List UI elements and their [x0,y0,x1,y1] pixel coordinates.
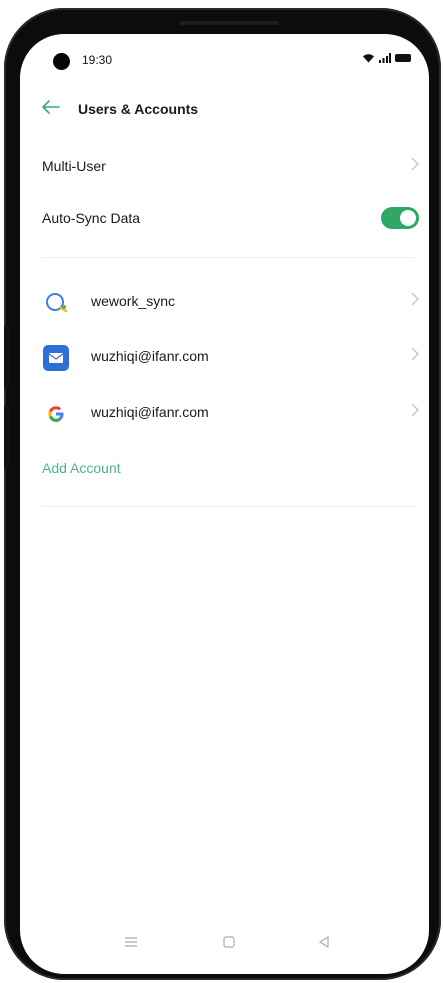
account-row-google[interactable]: wuzhiqi@ifanr.com [20,391,429,435]
screen: 19:30 Users & Accounts Multi-User Auto-S… [20,34,429,974]
account-label: wework_sync [91,293,176,309]
system-icons [362,53,411,63]
account-label: wuzhiqi@ifanr.com [91,404,209,420]
home-icon[interactable] [223,935,235,952]
arrow-left-icon[interactable] [42,98,60,118]
page-header: Users & Accounts [20,94,429,126]
status-bar: 19:30 [20,34,429,86]
back-triangle-icon[interactable] [318,935,330,952]
account-row-wework[interactable]: wework_sync [20,280,429,324]
top-speaker [179,21,279,25]
chevron-right-icon [411,345,419,366]
chevron-right-icon [411,155,419,176]
auto-sync-toggle[interactable] [381,207,419,229]
signal-icon [379,53,391,63]
chevron-right-icon [411,401,419,422]
mail-icon [42,344,70,372]
menu-icon[interactable] [124,935,138,952]
divider [42,257,415,258]
divider [42,506,415,507]
wifi-icon [363,54,374,63]
side-button [4,326,10,388]
chevron-right-icon [411,290,419,311]
google-icon [42,400,70,428]
camera-hole [53,53,70,70]
account-label: wuzhiqi@ifanr.com [91,348,209,364]
navigation-bar [20,930,429,960]
phone-frame: 19:30 Users & Accounts Multi-User Auto-S… [4,8,441,980]
add-account-link[interactable]: Add Account [42,460,121,476]
auto-sync-label: Auto-Sync Data [42,210,141,226]
toggle-knob [400,210,416,226]
page-title: Users & Accounts [78,101,199,117]
multi-user-label: Multi-User [42,158,106,174]
status-time: 19:30 [82,53,113,67]
multi-user-row[interactable]: Multi-User [20,145,429,189]
auto-sync-row: Auto-Sync Data [20,197,429,241]
account-row-mail[interactable]: wuzhiqi@ifanr.com [20,335,429,379]
side-button [4,406,10,468]
battery-icon [395,54,411,62]
wework-icon [42,289,70,317]
